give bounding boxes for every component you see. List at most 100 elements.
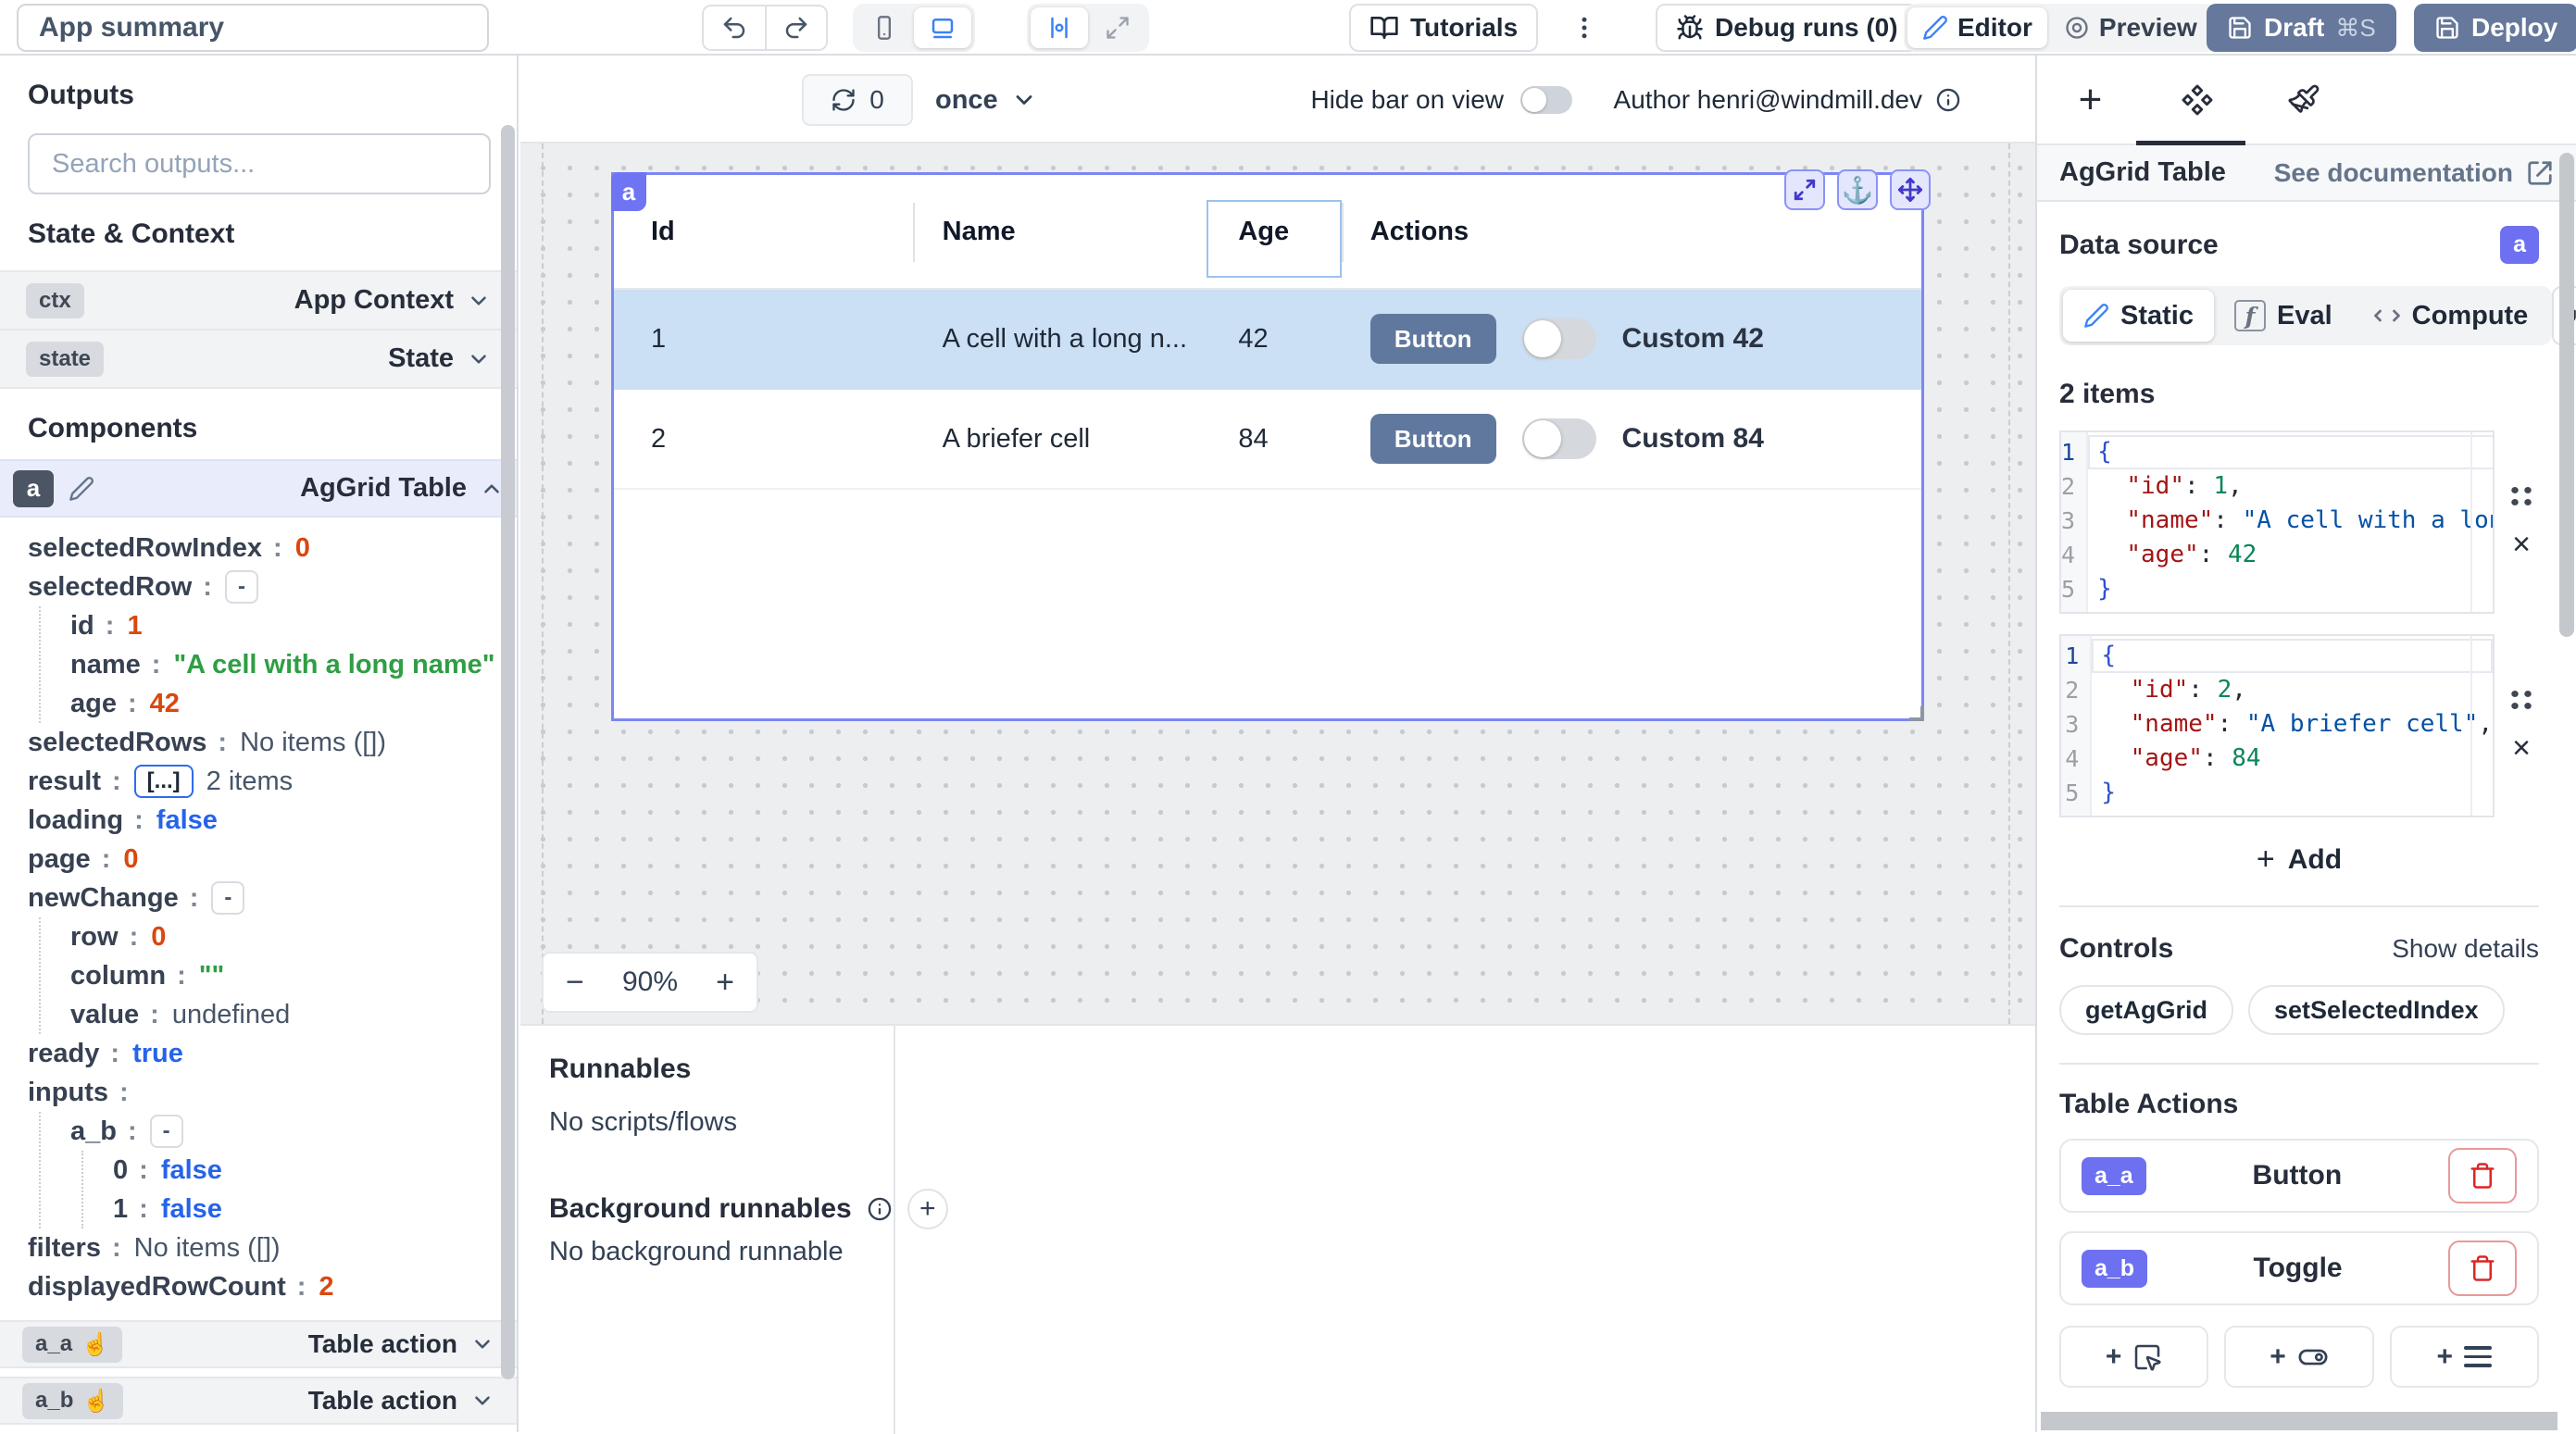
anchor-handle[interactable]: ⚓ — [1837, 169, 1878, 210]
runnables-panel: Runnables No scripts/flows Background ru… — [520, 1024, 2035, 1432]
editor-label: Editor — [1957, 13, 2032, 43]
delete-action-button[interactable] — [2448, 1241, 2517, 1296]
token: { — [2101, 642, 2116, 669]
editor-code[interactable]: { "id": 1, "name": "A cell with a long "… — [2088, 432, 2495, 612]
tree-line: inputs: — [28, 1073, 507, 1112]
tab-styling[interactable] — [2250, 56, 2357, 143]
deploy-button[interactable]: Deploy — [2414, 4, 2576, 52]
drag-handle-icon[interactable] — [2508, 688, 2534, 712]
editor-scrollbar[interactable] — [2470, 432, 2472, 612]
desktop-view-button[interactable] — [914, 7, 971, 48]
table-action-row[interactable]: a_b ☝Table action — [0, 1377, 517, 1425]
action-badge: a_a ☝ — [22, 1327, 122, 1363]
zoom-out-button[interactable]: − — [566, 965, 584, 1001]
expand-object-chip[interactable]: - — [150, 1115, 183, 1148]
table-action-row[interactable]: a_a ☝Table action — [0, 1320, 517, 1368]
debug-runs-button[interactable]: Debug runs (0) — [1656, 4, 1919, 52]
row-action-button[interactable]: Button — [1370, 314, 1496, 364]
info-icon[interactable] — [1935, 87, 1961, 113]
tutorials-button[interactable]: Tutorials — [1349, 4, 1538, 52]
app-canvas[interactable]: a ⚓ Id Name Age Actions 1A cell with a l — [520, 143, 2035, 1024]
background-runnables-empty: No background runnable — [549, 1237, 844, 1267]
deploy-label: Deploy — [2471, 13, 2557, 43]
settings-horizontal-scrollbar[interactable] — [2041, 1412, 2557, 1430]
add-item-button[interactable]: + Add — [2257, 842, 2342, 878]
more-menu-button[interactable] — [1570, 11, 1598, 44]
undo-button[interactable] — [704, 6, 765, 49]
move-handle[interactable] — [1890, 169, 1931, 210]
table-row[interactable]: 1A cell with a long n...42ButtonCustom 4… — [614, 290, 1921, 390]
refresh-count: 0 — [869, 85, 884, 115]
search-outputs-input[interactable] — [28, 133, 491, 194]
fullscreen-handle[interactable] — [1784, 169, 1825, 210]
row-action-button[interactable]: Button — [1370, 414, 1496, 464]
tree-line: filters:No items ([]) — [28, 1228, 507, 1267]
context-row[interactable]: stateState — [0, 329, 517, 389]
tab-insert-component[interactable]: + — [2037, 56, 2144, 143]
mode-static[interactable]: Static — [2063, 290, 2214, 342]
control-pill-getaggrid[interactable]: getAgGrid — [2059, 985, 2233, 1035]
controls-title: Controls — [2059, 933, 2173, 965]
redo-button[interactable] — [765, 6, 826, 49]
chevron-down-icon[interactable] — [467, 347, 491, 371]
hide-bar-toggle[interactable] — [1520, 86, 1572, 114]
row-action-toggle[interactable] — [1522, 418, 1596, 459]
editor-gutter: 12345 — [2061, 636, 2092, 816]
run-mode-select[interactable]: once — [935, 74, 1037, 126]
code-line: { — [2088, 435, 2495, 469]
see-documentation-link[interactable]: See documentation — [2274, 158, 2554, 188]
app-summary-input[interactable] — [17, 4, 489, 52]
sidebar-scrollbar[interactable] — [501, 125, 515, 1379]
col-header-id[interactable]: Id — [614, 217, 914, 247]
tab-component-settings[interactable] — [2144, 56, 2250, 143]
component-resize-handle[interactable] — [1909, 706, 1924, 721]
col-header-name[interactable]: Name — [914, 217, 1205, 247]
drag-handle-icon[interactable] — [2508, 484, 2534, 508]
line-number: 4 — [2061, 538, 2086, 572]
aggrid-component[interactable]: a ⚓ Id Name Age Actions 1A cell with a l — [611, 172, 1924, 721]
chevron-down-icon[interactable] — [470, 1389, 494, 1413]
delete-action-button[interactable] — [2448, 1148, 2517, 1203]
add-action-row: + + + — [2059, 1326, 2539, 1388]
add-button-action-button[interactable]: + — [2059, 1326, 2208, 1388]
zoom-in-button[interactable]: + — [716, 965, 734, 1001]
chevron-down-icon[interactable] — [470, 1332, 494, 1356]
refresh-button[interactable]: 0 — [802, 74, 913, 126]
expand-object-chip[interactable]: - — [225, 570, 258, 604]
editor-code[interactable]: { "id": 2, "name": "A briefer cell", "ag… — [2092, 636, 2493, 816]
draft-button[interactable]: Draft ⌘S — [2207, 4, 2396, 52]
expand-object-chip[interactable]: - — [211, 881, 244, 915]
remove-item-button[interactable]: × — [2512, 732, 2531, 764]
mobile-view-button[interactable] — [857, 7, 912, 48]
json-editor[interactable]: 12345{ "id": 1, "name": "A cell with a l… — [2059, 430, 2495, 614]
tree-line: id:1 — [41, 606, 507, 645]
tab-editor[interactable]: Editor — [1907, 7, 2047, 48]
tab-preview[interactable]: Preview — [2049, 7, 2212, 48]
expand-array-chip[interactable]: [...] — [134, 765, 194, 798]
artboard-guide-left — [542, 143, 544, 1024]
edit-id-icon[interactable] — [69, 476, 94, 502]
show-details-link[interactable]: Show details — [2392, 934, 2539, 964]
settings-vertical-scrollbar[interactable] — [2559, 153, 2574, 637]
center-align-button[interactable] — [1031, 7, 1088, 48]
col-header-actions[interactable]: Actions — [1338, 217, 1921, 247]
add-select-action-button[interactable]: + — [2390, 1326, 2539, 1388]
editor-scrollbar[interactable] — [2470, 636, 2472, 816]
context-row[interactable]: ctxApp Context — [0, 270, 517, 330]
mode-eval[interactable]: fEval — [2214, 290, 2353, 342]
add-background-runnable-button[interactable]: + — [907, 1189, 948, 1229]
token: , — [2478, 710, 2493, 738]
expand-canvas-button[interactable] — [1090, 7, 1145, 48]
preview-icon — [2064, 15, 2090, 41]
row-action-toggle[interactable] — [1522, 318, 1596, 359]
center-align-icon — [1045, 14, 1073, 42]
table-row[interactable]: 2A briefer cell84ButtonCustom 84 — [614, 390, 1921, 490]
json-editor[interactable]: 12345{ "id": 2, "name": "A briefer cell"… — [2059, 634, 2495, 817]
component-header-aggrid[interactable]: a AgGrid Table — [0, 459, 517, 517]
output-key: a_b — [70, 1116, 117, 1147]
chevron-down-icon[interactable] — [467, 289, 491, 313]
mode-compute[interactable]: Compute — [2353, 290, 2549, 342]
add-toggle-action-button[interactable]: + — [2224, 1326, 2373, 1388]
control-pill-setselectedindex[interactable]: setSelectedIndex — [2248, 985, 2505, 1035]
remove-item-button[interactable]: × — [2512, 529, 2531, 560]
